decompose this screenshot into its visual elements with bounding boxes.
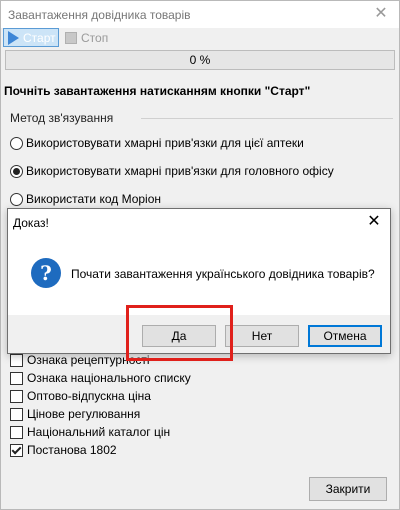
dialog-title: Доказ! — [13, 216, 49, 230]
checkbox-resolution-1802[interactable]: Постанова 1802 — [10, 443, 117, 457]
instruction-heading: Почніть завантаження натисканням кнопки … — [4, 84, 311, 98]
group-divider — [141, 118, 393, 119]
radio-cloud-head-office[interactable]: Використовувати хмарні прив'язки для гол… — [10, 164, 334, 178]
radio-button[interactable] — [10, 192, 23, 206]
group-label-link-method: Метод зв'язування — [10, 111, 114, 125]
checkbox[interactable] — [10, 389, 23, 403]
window-titlebar: Завантаження довідника товарів ✕ — [1, 1, 399, 28]
checkbox-wholesale-price[interactable]: Оптово-відпускна ціна — [10, 389, 151, 403]
checkbox-national-list[interactable]: Ознака національного списку — [10, 371, 191, 385]
checkbox-price-regulation[interactable]: Цінове регулювання — [10, 407, 140, 421]
radio-button[interactable] — [10, 164, 23, 178]
stop-button[interactable]: Стоп — [63, 28, 115, 47]
checkbox[interactable] — [10, 371, 23, 385]
window-close-icon[interactable]: ✕ — [367, 3, 395, 25]
cancel-button[interactable]: Отмена — [308, 325, 382, 347]
no-button[interactable]: Нет — [225, 325, 299, 347]
radio-cloud-pharmacy[interactable]: Використовувати хмарні прив'язки для ціє… — [10, 136, 304, 150]
highlight-box — [126, 305, 233, 361]
dialog-close-icon[interactable]: ✕ — [364, 212, 384, 232]
start-button[interactable]: Старт — [3, 28, 59, 47]
radio-morion-code[interactable]: Використати код Моріон — [10, 192, 161, 206]
radio-button[interactable] — [10, 136, 23, 150]
question-icon: ? — [31, 258, 61, 288]
checkbox-national-price-catalog[interactable]: Національний каталог цін — [10, 425, 170, 439]
dialog-message: Почати завантаження українського довідни… — [71, 267, 375, 281]
checkbox[interactable] — [10, 353, 23, 367]
stop-icon — [65, 31, 77, 44]
progress-bar: 0 % — [5, 50, 395, 70]
checkbox[interactable] — [10, 425, 23, 439]
checkbox[interactable] — [10, 443, 23, 457]
close-button[interactable]: Закрити — [309, 477, 387, 501]
toolbar: Старт Стоп — [1, 28, 399, 48]
window-title: Завантаження довідника товарів — [8, 8, 191, 22]
play-icon — [8, 30, 19, 45]
checkbox[interactable] — [10, 407, 23, 421]
